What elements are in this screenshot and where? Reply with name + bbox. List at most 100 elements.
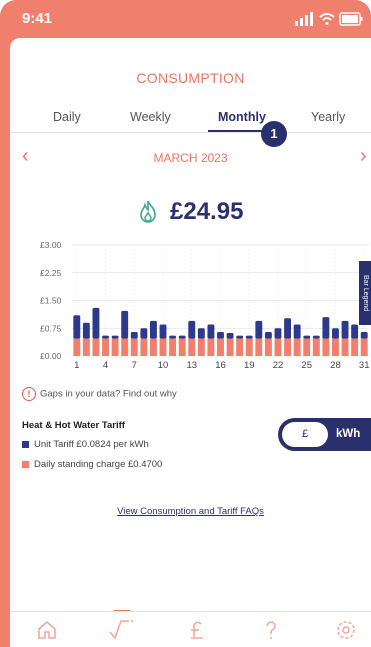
bar-unit-tariff xyxy=(351,324,359,339)
tab-daily[interactable]: Daily xyxy=(53,110,81,124)
bar-unit-tariff xyxy=(169,335,177,339)
unit-tariff-label: Unit Tariff £0.0824 per kWh xyxy=(34,439,149,450)
tutorial-step-badge[interactable]: 1 xyxy=(261,121,287,147)
bar-standing-charge xyxy=(236,338,244,356)
wifi-icon xyxy=(319,13,335,25)
period-tabs: Daily Weekly Monthly Yearly xyxy=(10,110,371,130)
settings-icon[interactable] xyxy=(331,618,361,644)
bar-unit-tariff xyxy=(236,335,244,339)
tab-weekly[interactable]: Weekly xyxy=(130,110,171,124)
bar-unit-tariff xyxy=(197,328,205,339)
bar-standing-charge xyxy=(140,338,148,356)
y-tick-label: £0.00 xyxy=(40,351,62,361)
bar-standing-charge xyxy=(121,338,129,356)
tab-yearly[interactable]: Yearly xyxy=(311,110,345,124)
bar-standing-charge xyxy=(341,338,349,356)
toggle-pounds[interactable]: £ xyxy=(282,422,328,447)
bar-unit-tariff xyxy=(322,317,330,339)
bar-unit-tariff xyxy=(293,324,301,339)
total-amount: £24.95 xyxy=(170,198,244,225)
x-tick-label: 4 xyxy=(103,360,108,371)
x-tick-label: 10 xyxy=(158,360,169,371)
status-icons xyxy=(295,12,363,26)
bottom-nav xyxy=(10,611,371,647)
unit-toggle[interactable]: £ kWh xyxy=(278,418,371,451)
bar-unit-tariff xyxy=(207,324,215,339)
bar-legend-tab[interactable]: Bar Legend xyxy=(359,261,371,325)
consumption-chart: £3.00 £2.25 £1.50 £0.75 £0.00 1 4 7 10 13 16 19 22 25… xyxy=(40,240,369,371)
total-cost: £24.95 xyxy=(10,198,371,226)
warning-icon: ! xyxy=(22,387,36,401)
bar-unit-tariff xyxy=(341,320,349,339)
data-gaps-notice[interactable]: ! Gaps in your data? Find out why xyxy=(22,387,177,401)
bar-standing-charge xyxy=(360,338,368,356)
bar-unit-tariff xyxy=(332,328,339,339)
bar-unit-tariff xyxy=(255,320,263,339)
x-tick-label: 28 xyxy=(330,360,341,371)
bar-unit-tariff xyxy=(188,320,196,339)
bar-unit-tariff xyxy=(245,335,253,339)
signal-icon xyxy=(295,12,313,26)
bar-standing-charge xyxy=(255,338,263,356)
bar-unit-tariff xyxy=(130,331,138,339)
bar-standing-charge xyxy=(351,338,359,356)
chevron-right-icon[interactable]: › xyxy=(360,146,367,166)
bar-unit-tariff xyxy=(111,335,119,339)
tabs-divider xyxy=(10,132,371,133)
period-label: MARCH 2023 xyxy=(153,151,228,165)
bar-standing-charge xyxy=(322,338,330,356)
bar-standing-charge xyxy=(303,338,311,356)
tariff-title: Heat & Hot Water Tariff xyxy=(22,420,125,431)
toggle-kwh[interactable]: kWh xyxy=(336,418,366,451)
data-gaps-text: Gaps in your data? Find out why xyxy=(40,388,177,400)
bar-unit-tariff xyxy=(226,333,234,339)
bar-unit-tariff xyxy=(178,335,186,339)
bar-standing-charge xyxy=(149,338,157,356)
y-tick-label: £3.00 xyxy=(40,240,62,250)
bar-standing-charge xyxy=(102,338,109,356)
help-icon[interactable] xyxy=(256,618,286,644)
legend-standing-charge: Daily standing charge £0.4700 xyxy=(22,459,162,470)
bar-standing-charge xyxy=(73,338,81,356)
bar-unit-tariff xyxy=(121,310,129,339)
bar-standing-charge xyxy=(169,338,177,356)
home-icon[interactable] xyxy=(32,618,62,644)
bar-standing-charge xyxy=(188,338,196,356)
bar-unit-tariff xyxy=(217,331,224,339)
status-time: 9:41 xyxy=(22,10,53,27)
bar-standing-charge xyxy=(178,338,186,356)
x-tick-label: 22 xyxy=(273,360,284,371)
tab-monthly[interactable]: Monthly xyxy=(218,110,266,124)
bar-standing-charge xyxy=(245,338,253,356)
bar-unit-tariff xyxy=(149,320,157,339)
bar-standing-charge xyxy=(312,338,320,356)
bar-standing-charge xyxy=(293,338,301,356)
bar-unit-tariff xyxy=(159,324,167,339)
bar-standing-charge xyxy=(332,338,339,356)
bar-unit-tariff xyxy=(92,307,100,339)
bar-standing-charge xyxy=(274,338,282,356)
active-tab-indicator xyxy=(208,130,266,132)
status-bar: 9:41 xyxy=(0,0,371,36)
bar-standing-charge xyxy=(82,338,90,356)
y-tick-label: £1.50 xyxy=(40,296,62,306)
consumption-icon[interactable] xyxy=(107,618,137,644)
bar-standing-charge xyxy=(217,338,224,356)
x-tick-label: 16 xyxy=(215,360,226,371)
pound-icon[interactable] xyxy=(182,618,212,644)
faq-link[interactable]: View Consumption and Tariff FAQs xyxy=(10,506,371,517)
legend-swatch xyxy=(22,440,29,448)
y-tick-label: £2.25 xyxy=(40,268,62,278)
bar-unit-tariff xyxy=(360,331,368,339)
x-tick-label: 13 xyxy=(186,360,197,371)
bar-standing-charge xyxy=(197,338,205,356)
bar-unit-tariff xyxy=(274,328,282,339)
phone-frame: 9:41 CONSUMPTION Daily Weekly Monthly Ye… xyxy=(0,0,371,647)
page-title: CONSUMPTION xyxy=(136,70,245,86)
bar-standing-charge xyxy=(264,338,272,356)
bar-standing-charge xyxy=(111,338,119,356)
bar-unit-tariff xyxy=(73,315,81,339)
y-tick-label: £0.75 xyxy=(40,323,62,333)
legend-unit-tariff: Unit Tariff £0.0824 per kWh xyxy=(22,439,149,450)
bar-standing-charge xyxy=(159,338,167,356)
